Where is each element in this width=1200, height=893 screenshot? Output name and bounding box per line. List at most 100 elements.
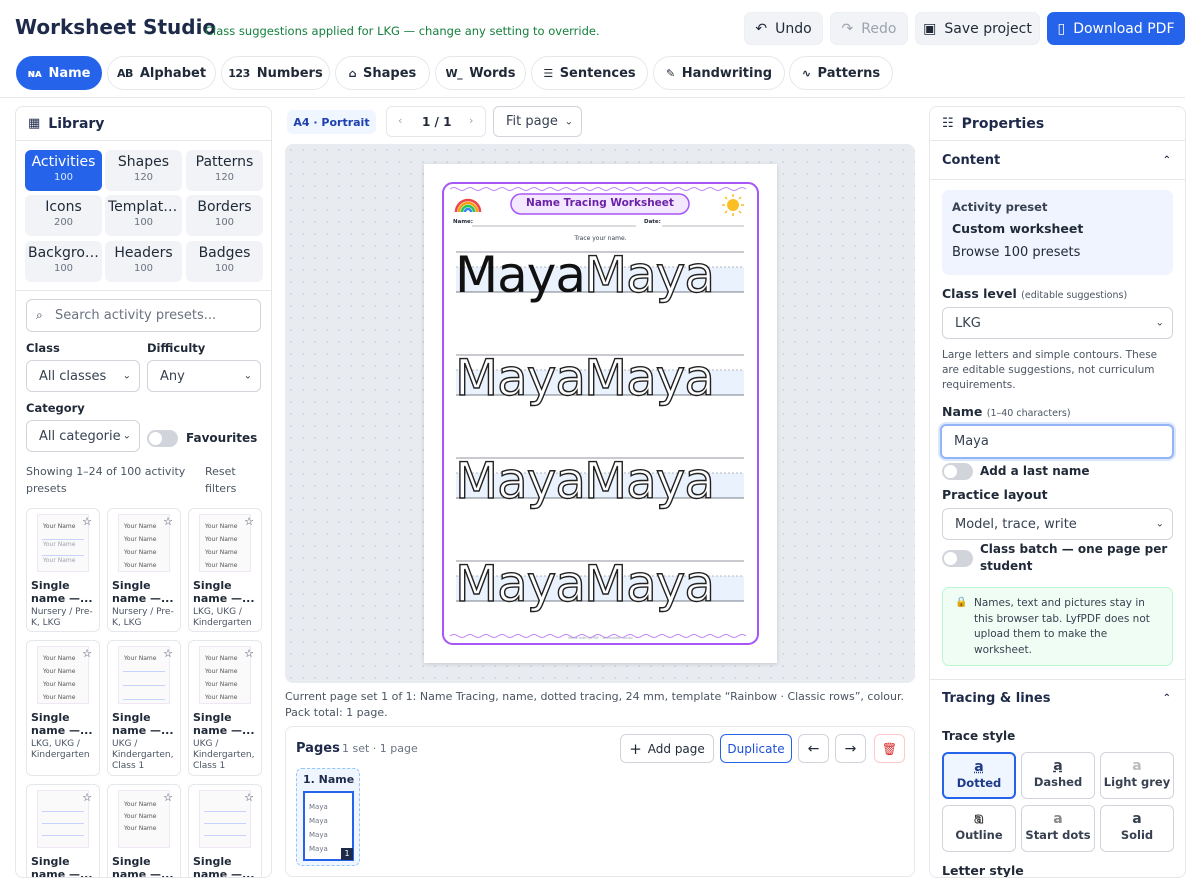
undo-button[interactable]: ↶ Undo [744,12,823,45]
trace-style-dashed[interactable]: a Dashed [1021,752,1095,799]
content-section-toggle[interactable]: Content ⌃ [930,142,1185,180]
redo-icon: ↷ [841,20,854,37]
category-icons[interactable]: Icons 200 [25,195,102,236]
pencil-icon: ✎ [665,66,675,80]
alphabet-icon: AB [116,66,133,80]
category-activities[interactable]: Activities 100 [25,150,102,191]
wave-border-top [449,187,747,191]
preset-card[interactable]: Your Name Your Name Your Name Your Name ☆ S… [188,508,262,632]
trace-name-text: Maya [583,348,715,407]
category-shapes[interactable]: Shapes 120 [105,150,182,191]
preset-card[interactable]: Your Name Your Name Your Name Your Name ☆ S… [188,640,262,776]
prev-page-button[interactable]: ‹ [398,114,402,127]
trace-style-outline[interactable]: a Outline [942,805,1016,852]
category-templates[interactable]: Templates 100 [105,195,182,236]
worksheet-name-label: Name: [453,219,473,225]
pages-title: Pages [296,741,340,756]
star-icon[interactable]: ☆ [244,647,254,660]
tracing-section-toggle[interactable]: Tracing & lines ⌃ [930,679,1185,717]
class-level-note: Large letters and simple contours. These… [942,349,1158,391]
preset-card[interactable]: Your Name Your Name Your Name ☆ Single nam… [107,784,181,877]
star-icon[interactable]: ☆ [82,515,92,528]
pages-meta: 1 set · 1 page [342,742,418,755]
tab-handwriting[interactable]: ✎ Handwriting [653,56,785,90]
star-icon[interactable]: ☆ [163,647,173,660]
category-badges[interactable]: Badges 100 [186,241,263,282]
pages-panel: Pages 1 set · 1 page + Add page Duplicate… [285,726,915,877]
wave-icon: ∿ [801,66,811,80]
dashed-a-icon: a [1053,758,1063,774]
move-right-button[interactable]: → [835,734,866,763]
trace-style-solid[interactable]: a Solid [1100,805,1174,852]
trace-style-start-dots[interactable]: a Start dots [1021,805,1095,852]
browse-presets-link[interactable]: Browse 100 presets [952,245,1080,260]
practice-layout-label: Practice layout [942,487,1048,502]
star-icon[interactable]: ☆ [244,515,254,528]
preset-card[interactable]: ☆ Single name —... [26,784,100,877]
preset-card[interactable]: Your Name Your Name Your Name Your Name ☆ S… [26,640,100,776]
preset-card[interactable]: Your Name Your Name Your Name ☆ Single nam… [26,508,100,632]
class-filter-select[interactable]: All classes ⌄ [26,360,140,392]
tab-words[interactable]: W_ Words [435,56,526,90]
star-icon[interactable]: ☆ [163,791,173,804]
add-page-button[interactable]: + Add page [620,734,714,763]
trace-style-light-grey[interactable]: a Light grey [1100,752,1174,799]
move-left-button[interactable]: ← [798,734,829,763]
last-name-label: Add a last name [980,464,1090,478]
solid-a-icon: a [1132,811,1142,827]
chevron-down-icon: ⌄ [564,116,573,127]
start-dots-a-icon: a [1053,811,1063,827]
search-input[interactable]: ⌕ Search activity presets... [26,299,261,332]
grid-icon: ▦ [28,116,41,131]
page-mini-preview: Maya Maya Maya Maya 1 [303,791,354,861]
preset-card[interactable]: Your Name ☆ Single name —... UKG / Kinde… [107,640,181,776]
delete-page-button[interactable]: 🗑 [874,734,905,763]
page-set-caption: Current page set 1 of 1: Name Tracing, n… [285,690,904,719]
category-headers[interactable]: Headers 100 [105,241,182,282]
zoom-select[interactable]: Fit page ⌄ [493,106,582,137]
last-name-toggle[interactable] [942,463,973,480]
lock-icon: 🔒 [955,597,968,608]
class-level-select[interactable]: LKG ⌄ [942,307,1173,339]
category-filter-select[interactable]: All categorie ⌄ [26,420,140,452]
star-icon[interactable]: ☆ [82,791,92,804]
arrow-left-icon: ← [807,740,820,757]
trace-name-text: Maya [583,554,715,613]
tab-numbers[interactable]: 123 Numbers [221,56,330,90]
difficulty-filter-select[interactable]: Any ⌄ [147,360,261,392]
rainbow-icon [454,198,482,213]
duplicate-button[interactable]: Duplicate [720,734,792,763]
trace-style-dotted[interactable]: a Dotted [942,752,1016,799]
preset-card[interactable]: Your Name Your Name Your Name Your Name ☆ S… [107,508,181,632]
page-thumbnail[interactable]: 1. Name Maya Maya Maya Maya 1 [296,768,360,866]
tab-patterns[interactable]: ∿ Patterns [789,56,893,90]
preset-card[interactable]: ☆ Single name —... [188,784,262,877]
practice-layout-select[interactable]: Model, trace, write ⌄ [942,508,1173,540]
category-patterns[interactable]: Patterns 120 [186,150,263,191]
letter-style-label: Letter style [942,863,1024,878]
star-icon[interactable]: ☆ [244,791,254,804]
class-notice: Class suggestions applied for LKG — chan… [205,24,600,38]
shapes-icon: ⌂ [348,66,357,80]
tab-sentences[interactable]: ☰ Sentences [531,56,648,90]
favourites-toggle[interactable] [147,430,178,447]
reset-filters-link[interactable]: Reset filters [205,463,255,497]
redo-button[interactable]: ↷ Redo [830,12,908,45]
download-pdf-button[interactable]: ▯ Download PDF [1047,12,1185,45]
next-page-button[interactable]: › [469,114,473,127]
numbers-icon: 123 [228,66,250,80]
category-borders[interactable]: Borders 100 [186,195,263,236]
save-project-button[interactable]: ▣ Save project [915,12,1040,45]
name-input[interactable]: Maya [940,424,1174,459]
category-backgrounds[interactable]: Backgrounds100 [25,241,102,282]
activity-preset-box: Activity preset Custom worksheet Browse … [942,190,1173,275]
class-batch-toggle[interactable] [942,550,973,567]
grey-a-icon: a [1132,758,1142,774]
tab-alphabet[interactable]: AB Alphabet [107,56,216,90]
properties-panel: ☷ Properties Content ⌃ Activity preset Cus… [929,106,1186,878]
tab-shapes[interactable]: ⌂ Shapes [335,56,430,90]
class-level-label: Class level (editable suggestions) [942,286,1128,301]
star-icon[interactable]: ☆ [163,515,173,528]
star-icon[interactable]: ☆ [82,647,92,660]
tab-name[interactable]: ɴᴀ Name [16,56,102,90]
